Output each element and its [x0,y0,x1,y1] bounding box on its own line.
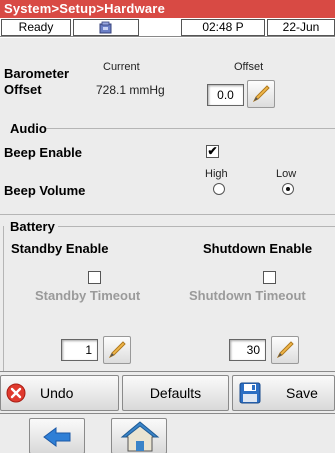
save-button[interactable]: Save [232,375,335,411]
shutdown-timeout-input[interactable]: 30 [229,339,266,361]
current-value: 728.1 mmHg [96,83,165,97]
pencil-icon [252,85,270,103]
shutdown-enable-checkbox[interactable] [263,271,276,284]
offset-edit-button[interactable] [247,80,275,108]
beep-enable-label: Beep Enable [4,145,83,160]
status-time: 02:48 P [181,19,265,36]
shutdown-enable-label: Shutdown Enable [203,241,313,256]
status-bar: Ready 02:48 P 22-Jun [0,18,335,37]
back-button[interactable] [29,418,85,453]
standby-timeout-label: Standby Timeout [35,288,141,303]
standby-enable-checkbox[interactable] [88,271,101,284]
device-icon [99,21,112,34]
defaults-label: Defaults [149,385,202,401]
defaults-button[interactable]: Defaults [122,375,229,411]
battery-group-label: Battery [10,219,55,234]
undo-label: Undo [40,385,74,401]
shutdown-timeout-edit-button[interactable] [271,336,299,364]
undo-button[interactable]: Undo [0,375,119,411]
beep-volume-high-radio[interactable] [213,183,225,195]
barometer-label: Barometer [4,66,70,81]
section-divider [0,214,335,215]
offset-header: Offset [234,61,264,73]
audio-section: Audio Beep Enable ✔ High Low Beep Volume [0,121,335,209]
offset-input[interactable]: 0.0 [207,84,244,106]
status-date: 22-Jun [267,19,335,36]
undo-icon [6,383,26,403]
current-header: Current [103,61,140,73]
save-icon [239,382,261,404]
status-state: Ready [1,19,71,36]
pencil-icon [276,341,294,359]
offset-label: Offset [4,82,42,97]
action-bar: Undo Defaults Save [0,371,335,413]
beep-volume-low-radio[interactable] [282,183,294,195]
barometer-section: Barometer Offset Current 728.1 mmHg Offs… [0,38,335,121]
standby-timeout-input[interactable]: 1 [61,339,98,361]
shutdown-timeout-label: Shutdown Timeout [189,288,306,303]
audio-group-line [46,128,335,129]
page-title: System>Setup>Hardware [0,0,335,18]
battery-section: Battery Standby Enable Shutdown Enable S… [0,209,335,371]
audio-group-label: Audio [10,121,47,136]
battery-group-line [58,226,335,227]
standby-enable-label: Standby Enable [11,241,109,256]
back-arrow-icon [43,427,71,447]
device-status-cell [73,19,139,36]
beep-volume-high-label: High [205,168,228,180]
home-button[interactable] [111,418,167,453]
save-label: Save [286,385,318,401]
pencil-icon [108,341,126,359]
beep-enable-checkbox[interactable]: ✔ [206,145,219,158]
battery-group-border [3,226,4,371]
beep-volume-low-label: Low [276,168,297,180]
nav-bar [0,413,335,453]
home-icon [120,421,160,452]
beep-volume-label: Beep Volume [4,183,86,198]
standby-timeout-edit-button[interactable] [103,336,131,364]
